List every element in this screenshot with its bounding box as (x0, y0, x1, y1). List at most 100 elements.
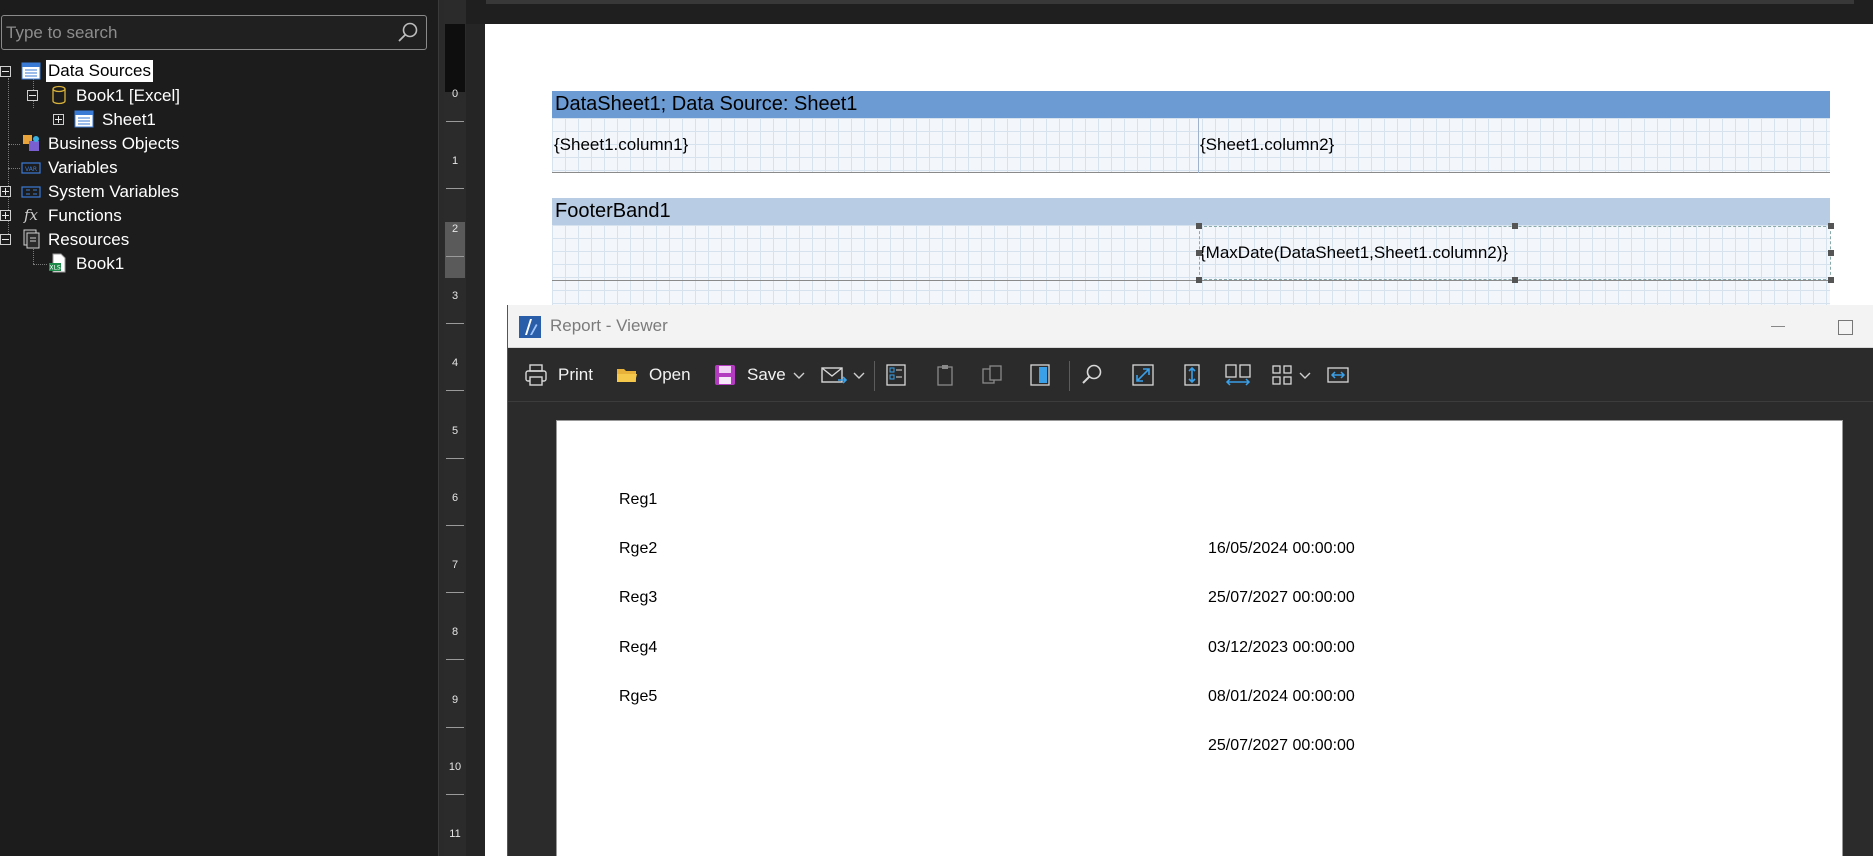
row-2-col-1: Rge2 (619, 540, 658, 557)
search-box (1, 15, 427, 50)
zoom-one-page-button[interactable] (1180, 361, 1204, 389)
bookmarks-button[interactable] (884, 361, 908, 389)
fit-height-icon (1184, 364, 1200, 386)
tree-item-resources[interactable]: Resources (46, 228, 131, 252)
ruler-tick (446, 256, 464, 257)
footer-band-header[interactable]: FooterBand1 (552, 198, 1830, 225)
tree-item-book1-excel[interactable]: Book1 [Excel] (74, 84, 182, 108)
report-viewer-window: Report - Viewer Print Open Save Reg1 Rge… (507, 305, 1873, 856)
thumbnails-button[interactable] (980, 361, 1004, 389)
resize-handle[interactable] (1196, 250, 1202, 256)
tree-item-system-variables[interactable]: System Variables (46, 180, 181, 204)
collapse-expander[interactable] (27, 90, 38, 101)
designer-window: Data Sources Book1 [Excel] Sheet1 Busi (0, 0, 1873, 856)
ruler-label: 6 (451, 492, 459, 504)
databand-header[interactable]: DataSheet1; Data Source: Sheet1 (552, 91, 1830, 118)
system-variables-icon (21, 186, 41, 198)
folder-icon (617, 369, 637, 382)
resize-handle[interactable] (1196, 223, 1202, 229)
expand-icon (1132, 364, 1154, 386)
send-email-button[interactable] (820, 361, 866, 389)
expand-expander[interactable] (0, 210, 11, 221)
tree-guide-line (33, 264, 47, 265)
viewer-title: Report - Viewer (550, 316, 668, 335)
collapse-expander[interactable] (0, 234, 11, 245)
tree-label: Business Objects (48, 134, 180, 153)
save-button[interactable]: Save (713, 361, 806, 389)
resize-handle[interactable] (1512, 277, 1518, 283)
ruler-label: 3 (451, 290, 459, 302)
tree-label: Resources (48, 230, 130, 249)
horizontal-ruler-strip (466, 0, 1873, 24)
tree-label: System Variables (48, 182, 180, 201)
open-button[interactable]: Open (615, 361, 691, 389)
vertical-ruler: 0 1 2 3 4 5 6 7 8 9 10 11 (444, 0, 466, 856)
collapse-expander[interactable] (0, 66, 11, 77)
tree-item-business-objects[interactable]: Business Objects (46, 132, 181, 156)
viewer-toolbar: Print Open Save (508, 349, 1873, 402)
field-column1[interactable]: {Sheet1.column1} (554, 135, 688, 155)
field-maxdate[interactable]: {MaxDate(DataSheet1,Sheet1.column2)} (1200, 243, 1508, 263)
ruler-tick (446, 458, 464, 459)
tree-label: Data Sources (46, 60, 153, 82)
ruler-label: 10 (448, 761, 462, 773)
zoom-page-width-button[interactable] (1224, 361, 1252, 389)
toolbar-separator (874, 361, 875, 391)
databand-title: DataSheet1; Data Source: Sheet1 (555, 93, 858, 115)
resources-button[interactable] (1028, 361, 1052, 389)
full-screen-button[interactable] (1131, 361, 1155, 389)
two-pages-icon (1225, 364, 1251, 386)
chevron-down-icon (853, 372, 865, 379)
toolbar-separator (1069, 361, 1070, 391)
table-icon (74, 110, 94, 128)
excel-file-icon: XLS (49, 253, 66, 273)
ruler-label: 7 (451, 559, 459, 571)
ruler-tick (446, 323, 464, 324)
resize-handle[interactable] (1828, 277, 1834, 283)
tree-item-sheet1[interactable]: Sheet1 (100, 108, 158, 132)
tree-item-functions[interactable]: Functions (46, 204, 124, 228)
tree-item-book1[interactable]: Book1 (74, 252, 126, 276)
expand-expander[interactable] (0, 186, 11, 197)
row-5-col-1: Rge5 (619, 688, 658, 705)
expand-expander[interactable] (53, 114, 64, 125)
databand-bottom-line (552, 172, 1830, 173)
field-column2[interactable]: {Sheet1.column2} (1200, 135, 1334, 155)
minimize-button[interactable] (1759, 311, 1799, 341)
resize-handle[interactable] (1828, 223, 1834, 229)
open-label: Open (649, 365, 691, 384)
tree-item-data-sources[interactable]: Data Sources (46, 59, 153, 83)
tree-item-variables[interactable]: Variables (46, 156, 120, 180)
print-button[interactable]: Print (524, 361, 593, 389)
ruler-label: 4 (451, 357, 459, 369)
viewer-content-area[interactable]: Reg1 Rge2 16/05/2024 00:00:00 Reg3 25/07… (508, 403, 1873, 856)
tree-label: Book1 (76, 254, 125, 273)
rendered-report-page: Reg1 Rge2 16/05/2024 00:00:00 Reg3 25/07… (556, 420, 1843, 856)
database-icon (52, 85, 66, 105)
bookmarks-icon (886, 364, 906, 386)
tree-label: Variables (48, 158, 118, 177)
databand-grid[interactable] (552, 118, 1830, 173)
ruler-label: 8 (451, 626, 459, 638)
variables-icon: VAR (21, 162, 41, 174)
search-input[interactable] (6, 16, 392, 49)
row-1-col-1: Reg1 (619, 491, 658, 508)
ruler-label: 2 (451, 223, 459, 235)
tree-guide-line (8, 144, 20, 145)
resize-handle[interactable] (1196, 277, 1202, 283)
close-panel-button[interactable] (1326, 361, 1350, 389)
viewer-titlebar[interactable]: Report - Viewer (508, 305, 1873, 348)
maximize-button[interactable] (1826, 311, 1866, 341)
copy-pages-icon (982, 365, 1002, 384)
parameters-button[interactable] (933, 361, 957, 389)
view-mode-button[interactable] (1270, 361, 1312, 389)
search-icon[interactable] (396, 21, 420, 45)
resize-handle[interactable] (1828, 250, 1834, 256)
ruler-tick (446, 727, 464, 728)
chevron-down-icon (1299, 372, 1311, 379)
resize-handle[interactable] (1512, 223, 1518, 229)
find-button[interactable] (1080, 361, 1104, 389)
dictionary-panel: Data Sources Book1 [Excel] Sheet1 Busi (0, 0, 438, 856)
svg-text:XLS: XLS (49, 265, 60, 272)
tree-guide-line (33, 247, 34, 264)
